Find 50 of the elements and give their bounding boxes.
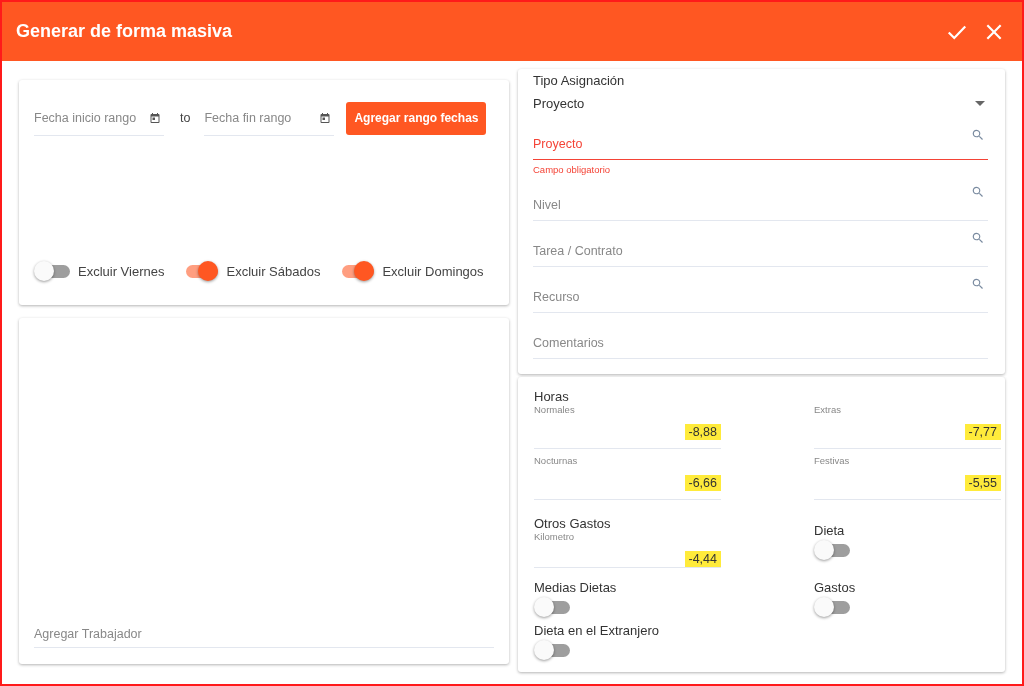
search-field[interactable]: Comentarios — [533, 313, 988, 359]
search-icon[interactable] — [971, 128, 985, 142]
range-separator: to — [180, 111, 191, 125]
add-date-range-button[interactable]: Agregar rango fechas — [346, 101, 487, 135]
toggle-switch[interactable] — [814, 597, 850, 617]
field-value: -8,88 — [684, 424, 721, 440]
search-field[interactable]: Nivel — [533, 175, 988, 221]
calendar-icon[interactable] — [319, 111, 332, 124]
field-value: -7,77 — [964, 424, 1001, 440]
search-icon[interactable] — [971, 231, 985, 245]
toggle-label: Dieta en el Extranjero — [534, 623, 659, 638]
search-field[interactable]: Proyecto — [533, 118, 988, 160]
field-value: -4,44 — [684, 551, 721, 567]
number-field[interactable]: Normales -8,88 — [534, 404, 721, 449]
number-field[interactable]: Kilometro -4,44 — [534, 531, 721, 568]
search-field[interactable]: Tarea / Contrato — [533, 221, 988, 267]
toggle-label: Gastos — [814, 580, 856, 595]
toggle-switch[interactable] — [34, 261, 70, 281]
field-value: -5,55 — [964, 475, 1001, 491]
toggle-switch[interactable] — [534, 597, 570, 617]
field-label: Nocturnas — [534, 455, 579, 466]
section-title: Otros Gastos — [534, 516, 612, 531]
number-field[interactable]: Extras -7,77 — [814, 404, 1001, 449]
search-field[interactable]: Recurso — [533, 267, 988, 313]
number-field[interactable]: Festivas -5,55 — [814, 455, 1001, 500]
calendar-icon[interactable] — [149, 111, 161, 124]
search-icon[interactable] — [971, 277, 985, 291]
number-field[interactable]: Nocturnas -6,66 — [534, 455, 721, 500]
toggle-label: Medias Dietas — [534, 580, 617, 595]
dialog-title: Generar de forma masiva — [16, 21, 234, 42]
assignment-type-select[interactable]: Proyecto — [533, 88, 988, 118]
assignment-type-label: Tipo Asignación — [533, 73, 626, 88]
field-label: Extras — [814, 404, 842, 415]
field-label: Kilometro — [534, 531, 576, 542]
end-date-field[interactable]: Fecha fin rango — [204, 100, 335, 136]
field-label: Normales — [534, 404, 576, 415]
toggle-label: Excluir Sábados — [226, 263, 321, 279]
error-message: Campo obligatorio — [533, 164, 612, 175]
toggle-label: Excluir Viernes — [78, 263, 165, 279]
add-worker-field[interactable]: Agregar Trabajador — [34, 627, 494, 648]
field-value: -6,66 — [684, 475, 721, 491]
toggle-label: Excluir Domingos — [382, 263, 484, 279]
toggle-label: Dieta — [814, 523, 845, 538]
toggle-switch[interactable] — [814, 540, 850, 560]
field-label: Festivas — [814, 455, 851, 466]
caret-icon — [975, 100, 985, 106]
section-title: Horas — [534, 389, 570, 404]
start-date-field[interactable]: Fecha inicio rango — [34, 100, 164, 136]
search-icon[interactable] — [971, 185, 985, 199]
toggle-switch[interactable] — [534, 640, 570, 660]
